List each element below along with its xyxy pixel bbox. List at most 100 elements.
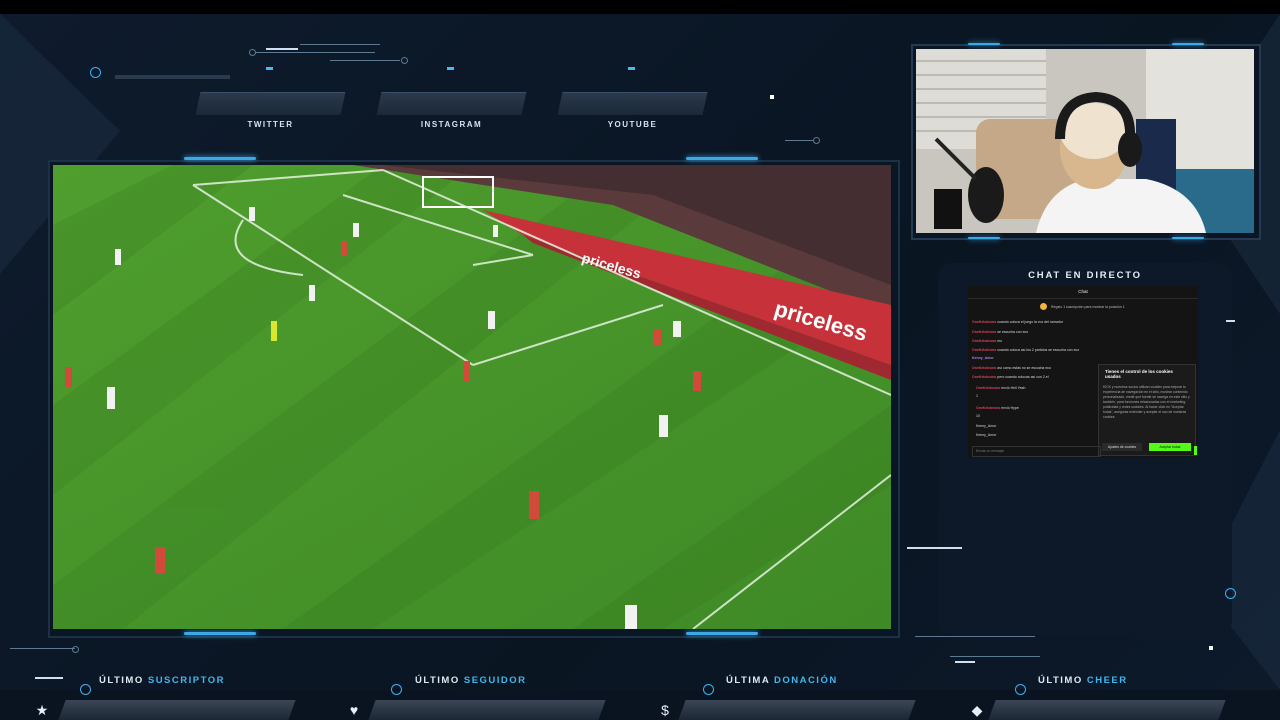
twitter-label: TWITTER bbox=[247, 120, 294, 129]
circuit-node bbox=[249, 49, 256, 56]
last-follower-label: ÚLTIMO SEGUIDOR bbox=[415, 675, 527, 686]
chat-text: envió Hell Yeah bbox=[1001, 386, 1026, 390]
chat-message: OneKelobruno cuando coloca así los 2 par… bbox=[972, 348, 1079, 352]
circuit-line bbox=[950, 656, 1040, 657]
chat-username: Kenny_Amor bbox=[976, 433, 997, 437]
frame-glow bbox=[968, 237, 1000, 239]
accent-line bbox=[115, 75, 230, 79]
gem-icon: ◆ bbox=[971, 702, 983, 718]
accept-cookies-button[interactable]: Aceptar todas bbox=[1149, 443, 1191, 451]
pin-icon bbox=[1040, 303, 1047, 310]
accent-line bbox=[907, 547, 962, 549]
ring-decoration bbox=[80, 684, 91, 695]
instagram-button[interactable] bbox=[376, 92, 527, 115]
chat-message: OneKelobruno cuando coloca el juego la v… bbox=[972, 320, 1063, 324]
frame-glow bbox=[1172, 43, 1204, 45]
chat-username: Kenny_Amor bbox=[972, 356, 994, 360]
chat-widget[interactable]: Chat Regalo 1 suscripción para mostrar l… bbox=[968, 286, 1198, 458]
circuit-line bbox=[785, 140, 813, 141]
frame-glow bbox=[686, 157, 758, 160]
circuit-line bbox=[255, 52, 375, 53]
chat-text: envió Hype bbox=[1001, 406, 1019, 410]
frame-glow bbox=[686, 632, 758, 635]
circuit-line bbox=[915, 636, 1035, 637]
accent-line bbox=[1226, 320, 1235, 322]
football-match-video[interactable]: priceless priceless bbox=[53, 165, 891, 629]
heart-icon: ♥ bbox=[349, 702, 359, 718]
last-follower-slot bbox=[368, 700, 606, 720]
white-dot bbox=[1209, 646, 1213, 650]
chat-message: OneKelobruno mu bbox=[972, 339, 1002, 343]
frame-glow bbox=[1172, 237, 1204, 239]
chat-username: OneKelobruno bbox=[972, 339, 997, 343]
chat-username: OneKelobruno bbox=[972, 330, 997, 334]
frame-glow bbox=[184, 632, 256, 635]
chat-text: cuando coloca el juego la voz del narrad… bbox=[997, 320, 1064, 324]
chat-input[interactable]: Enviar un mensaje bbox=[972, 446, 1101, 457]
chat-message: OneKelobruno pero cuando colocas así con… bbox=[972, 375, 1048, 379]
chat-message: OneKelobruno así como estás no se escuch… bbox=[972, 366, 1051, 370]
circuit-node bbox=[72, 646, 79, 653]
star-icon: ★ bbox=[35, 702, 49, 718]
gift-count: 1 bbox=[976, 394, 978, 398]
accent-dot bbox=[447, 67, 454, 70]
cookie-dialog: Tienes el control de los cookies usados … bbox=[1098, 364, 1196, 456]
ring-decoration bbox=[90, 67, 101, 78]
chat-text: pero cuando colocas así con 2 el bbox=[997, 375, 1049, 379]
chat-text: así como estás no se escucha eco bbox=[997, 366, 1051, 370]
accent-line bbox=[35, 677, 63, 679]
pinned-message: Regalo 1 suscripción para mostrar la pos… bbox=[1051, 305, 1125, 309]
cookie-text: KICK y nuestros socios utilizan cookies … bbox=[1103, 385, 1190, 419]
dollar-icon: $ bbox=[661, 702, 669, 718]
chat-text: mu bbox=[997, 339, 1003, 343]
chat-text: cuando coloca así los 2 partidos se escu… bbox=[997, 348, 1080, 352]
chat-username: OneKelobruno bbox=[972, 348, 997, 352]
chat-message: OneKelobruno se escucha con eco bbox=[972, 330, 1028, 334]
cookie-title: Tienes el control de los cookies usados bbox=[1105, 369, 1173, 379]
accent-line bbox=[266, 48, 298, 50]
youtube-label: YOUTUBE bbox=[607, 120, 658, 129]
twitter-button[interactable] bbox=[195, 92, 346, 115]
ring-decoration bbox=[1225, 588, 1236, 599]
accent-dot bbox=[628, 67, 635, 70]
white-dot bbox=[770, 95, 774, 99]
gift-count: 10 bbox=[976, 414, 980, 418]
last-subscriber-label: ÚLTIMO SUSCRIPTOR bbox=[99, 675, 225, 686]
last-donation-label: ÚLTIMA DONACIÓN bbox=[726, 675, 838, 686]
last-cheer-slot bbox=[988, 700, 1226, 720]
chat-username: OneKelobruno bbox=[976, 386, 1001, 390]
circuit-line bbox=[330, 60, 400, 61]
last-donation-slot bbox=[678, 700, 916, 720]
chat-tab[interactable]: Chat bbox=[968, 286, 1198, 299]
webcam-feed bbox=[916, 49, 1254, 233]
chat-text: se escucha con eco bbox=[997, 330, 1029, 334]
circuit-node bbox=[813, 137, 820, 144]
accent-line bbox=[955, 661, 975, 663]
accent-dot bbox=[266, 67, 273, 70]
circuit-line bbox=[10, 648, 75, 649]
youtube-button[interactable] bbox=[557, 92, 708, 115]
ring-decoration bbox=[1015, 684, 1026, 695]
circuit-line bbox=[300, 44, 380, 45]
chat-username: OneKelobruno bbox=[976, 406, 1001, 410]
football-pitch-image: priceless priceless bbox=[53, 165, 891, 629]
last-subscriber-slot bbox=[58, 700, 296, 720]
chat-username: OneKelobruno bbox=[972, 366, 997, 370]
chat-username: Kenny_Amor bbox=[976, 424, 997, 428]
frame-glow bbox=[968, 43, 1000, 45]
chat-message: Kenny_Amor bbox=[972, 356, 994, 360]
send-button[interactable] bbox=[1194, 446, 1197, 455]
top-black-bar bbox=[0, 0, 1280, 14]
gift-message: OneKelobruno envió Hell Yeah bbox=[976, 386, 1025, 390]
streamer-image bbox=[916, 49, 1254, 233]
ring-decoration bbox=[703, 684, 714, 695]
cookie-settings-button[interactable]: Ajustes de cookies bbox=[1102, 443, 1142, 451]
instagram-label: INSTAGRAM bbox=[420, 120, 483, 129]
ring-decoration bbox=[391, 684, 402, 695]
frame-glow bbox=[184, 157, 256, 160]
gift-message: OneKelobruno envió Hype bbox=[976, 406, 1019, 410]
chat-username: OneKelobruno bbox=[972, 320, 997, 324]
last-cheer-label: ÚLTIMO CHEER bbox=[1038, 675, 1128, 686]
chat-title: CHAT EN DIRECTO bbox=[1028, 270, 1142, 281]
circuit-node bbox=[401, 57, 408, 64]
